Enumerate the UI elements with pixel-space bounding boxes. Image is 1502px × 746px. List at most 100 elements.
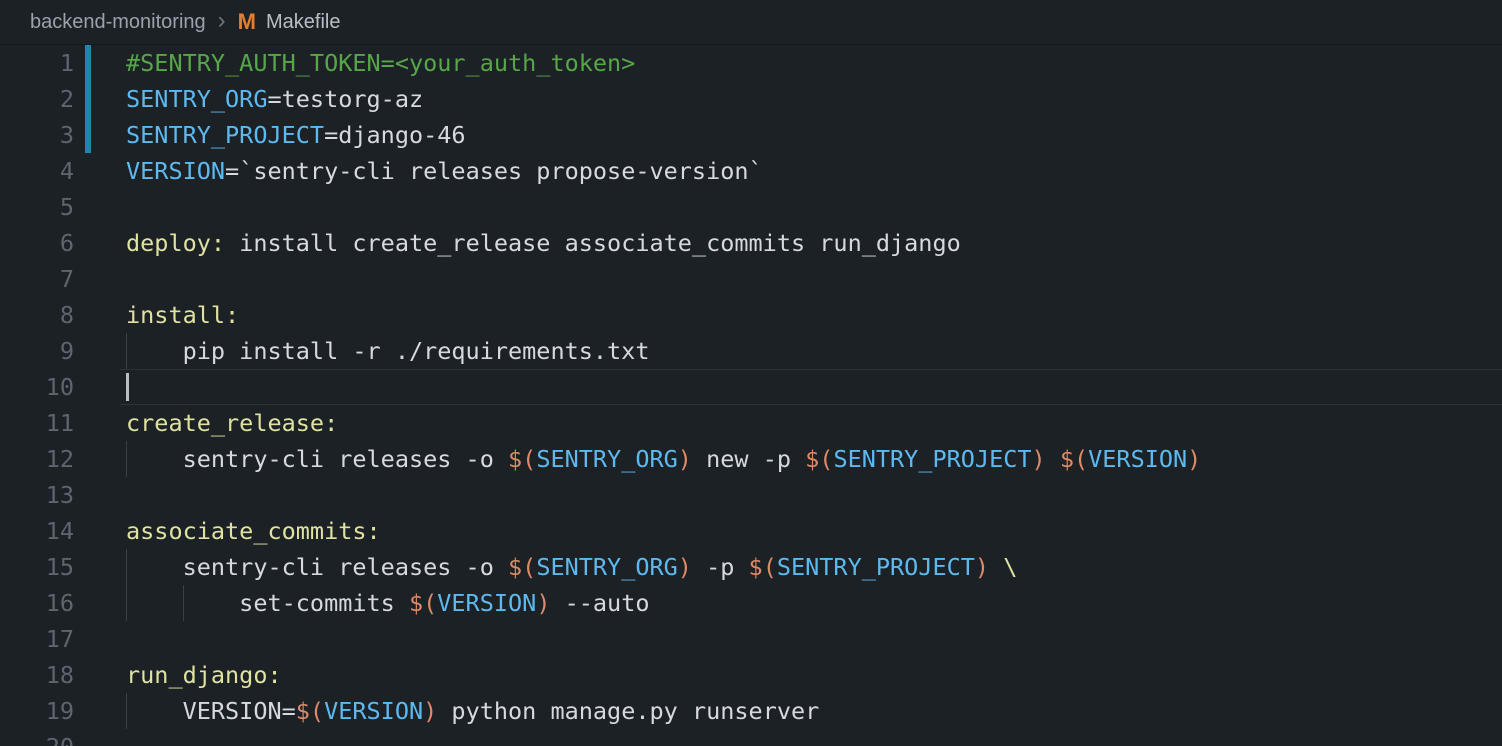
chevron-right-icon: › xyxy=(218,11,226,31)
code-token-macro: $( xyxy=(296,697,324,725)
code-line-content[interactable]: #SENTRY_AUTH_TOKEN=<your_auth_token> xyxy=(126,45,1502,81)
code-token-variable: SENTRY_PROJECT xyxy=(777,553,975,581)
indent-guide xyxy=(126,549,127,585)
code-line-content[interactable]: deploy: install create_release associate… xyxy=(126,225,1502,261)
code-token-variable: VERSION xyxy=(126,157,225,185)
code-line-content[interactable]: pip install -r ./requirements.txt xyxy=(126,333,1502,369)
gutter-modified-indicator[interactable] xyxy=(85,45,91,81)
code-line[interactable]: 17 xyxy=(0,621,1502,657)
code-line[interactable]: 20 xyxy=(0,729,1502,746)
line-number: 17 xyxy=(0,621,74,657)
text-cursor xyxy=(126,373,129,401)
code-token-macro: ) xyxy=(423,697,437,725)
code-token-plain: pip install -r ./requirements.txt xyxy=(126,337,649,365)
code-token-target: deploy: xyxy=(126,229,225,257)
code-token-target: run_django: xyxy=(126,661,282,689)
code-line[interactable]: 1 #SENTRY_AUTH_TOKEN=<your_auth_token> xyxy=(0,45,1502,81)
code-token-macro: $( xyxy=(1060,445,1088,473)
code-token-target: create_release: xyxy=(126,409,338,437)
code-token-plain: -p xyxy=(692,553,749,581)
code-token-variable: VERSION xyxy=(324,697,423,725)
code-token-plain: python manage.py runserver xyxy=(437,697,819,725)
code-line[interactable]: 9 pip install -r ./requirements.txt xyxy=(0,333,1502,369)
line-number: 18 xyxy=(0,657,74,693)
indent-guide xyxy=(126,441,127,477)
code-token-target: \ xyxy=(1003,553,1017,581)
line-number: 5 xyxy=(0,189,74,225)
code-line[interactable]: 3SENTRY_PROJECT=django-46 xyxy=(0,117,1502,153)
code-line-content[interactable]: install: xyxy=(126,297,1502,333)
code-line[interactable]: 19 VERSION=$(VERSION) python manage.py r… xyxy=(0,693,1502,729)
line-number: 15 xyxy=(0,549,74,585)
code-token-plain: VERSION= xyxy=(126,697,296,725)
makefile-icon: M xyxy=(238,9,256,35)
indent-guide xyxy=(126,585,127,621)
code-line[interactable]: 18 run_django: xyxy=(0,657,1502,693)
code-token-comment: #SENTRY_AUTH_TOKEN=<your_auth_token> xyxy=(126,49,635,77)
code-line[interactable]: 2 SENTRY_ORG=testorg-az xyxy=(0,81,1502,117)
code-token-macro: $( xyxy=(805,445,833,473)
code-token-variable: SENTRY_PROJECT xyxy=(126,121,324,149)
code-line-content[interactable]: sentry-cli releases -o $(SENTRY_ORG) -p … xyxy=(126,549,1502,585)
code-token-variable: SENTRY_ORG xyxy=(126,85,267,113)
code-token-macro: ) xyxy=(1032,445,1046,473)
code-token-plain xyxy=(1046,445,1060,473)
line-number: 12 xyxy=(0,441,74,477)
code-line-content[interactable]: associate_commits: xyxy=(126,513,1502,549)
breadcrumb-item-file[interactable]: Makefile xyxy=(266,11,340,34)
code-line[interactable]: 7 xyxy=(0,261,1502,297)
line-number: 6 xyxy=(0,225,74,261)
line-number: 9 xyxy=(0,333,74,369)
code-line-content[interactable]: SENTRY_ORG=testorg-az xyxy=(126,81,1502,117)
code-token-variable: SENTRY_ORG xyxy=(536,445,677,473)
code-line-content[interactable]: SENTRY_PROJECT=django-46 xyxy=(126,117,1502,153)
code-line[interactable]: 5 xyxy=(0,189,1502,225)
code-editor[interactable]: 1 #SENTRY_AUTH_TOKEN=<your_auth_token> 2 SE… xyxy=(0,45,1502,746)
current-line-highlight xyxy=(120,369,1502,405)
code-line-content[interactable]: VERSION=$(VERSION) python manage.py runs… xyxy=(126,693,1502,729)
code-line-content[interactable]: VERSION=`sentry-cli releases propose-ver… xyxy=(126,153,1502,189)
code-token-plain: install create_release associate_commits… xyxy=(225,229,961,257)
code-token-variable: VERSION xyxy=(437,589,536,617)
code-token-plain: =`sentry-cli releases propose-version` xyxy=(225,157,763,185)
line-number: 2 xyxy=(0,81,74,117)
code-line[interactable]: 12 sentry-cli releases -o $(SENTRY_ORG) … xyxy=(0,441,1502,477)
line-number: 1 xyxy=(0,45,74,81)
code-line[interactable]: 4 VERSION=`sentry-cli releases propose-ve… xyxy=(0,153,1502,189)
line-number: 4 xyxy=(0,153,74,189)
code-token-macro: $( xyxy=(749,553,777,581)
gutter-modified-indicator[interactable] xyxy=(85,81,91,117)
code-token-plain: =django-46 xyxy=(324,121,465,149)
code-line[interactable]: 13 xyxy=(0,477,1502,513)
code-token-plain xyxy=(989,553,1003,581)
code-line-content[interactable]: create_release: xyxy=(126,405,1502,441)
code-line[interactable]: 11create_release: xyxy=(0,405,1502,441)
line-number: 10 xyxy=(0,369,74,405)
code-token-target: install: xyxy=(126,301,239,329)
indent-guide xyxy=(183,585,184,621)
code-token-target: associate_commits: xyxy=(126,517,381,545)
code-token-macro: ) xyxy=(536,589,550,617)
code-token-plain: sentry-cli releases -o xyxy=(126,553,508,581)
code-line[interactable]: 6 deploy: install create_release associat… xyxy=(0,225,1502,261)
gutter-modified-indicator[interactable] xyxy=(85,117,91,153)
line-number: 20 xyxy=(0,729,74,746)
code-line-content[interactable]: run_django: xyxy=(126,657,1502,693)
code-line-content[interactable]: sentry-cli releases -o $(SENTRY_ORG) new… xyxy=(126,441,1502,477)
code-line[interactable]: 14associate_commits: xyxy=(0,513,1502,549)
code-token-macro: ) xyxy=(678,553,692,581)
code-line[interactable]: 16 set-commits $(VERSION) --auto xyxy=(0,585,1502,621)
code-token-variable: SENTRY_ORG xyxy=(536,553,677,581)
line-number: 8 xyxy=(0,297,74,333)
code-token-macro: $( xyxy=(508,553,536,581)
line-number: 13 xyxy=(0,477,74,513)
code-token-macro: ) xyxy=(1187,445,1201,473)
code-line-content[interactable]: set-commits $(VERSION) --auto xyxy=(126,585,1502,621)
indent-guide xyxy=(126,693,127,729)
code-line[interactable]: 8 install: xyxy=(0,297,1502,333)
code-token-macro: ) xyxy=(975,553,989,581)
code-line[interactable]: 15 sentry-cli releases -o $(SENTRY_ORG) … xyxy=(0,549,1502,585)
line-number: 7 xyxy=(0,261,74,297)
code-line[interactable]: 10 xyxy=(0,369,1502,405)
breadcrumb-item-folder[interactable]: backend-monitoring xyxy=(30,11,206,34)
